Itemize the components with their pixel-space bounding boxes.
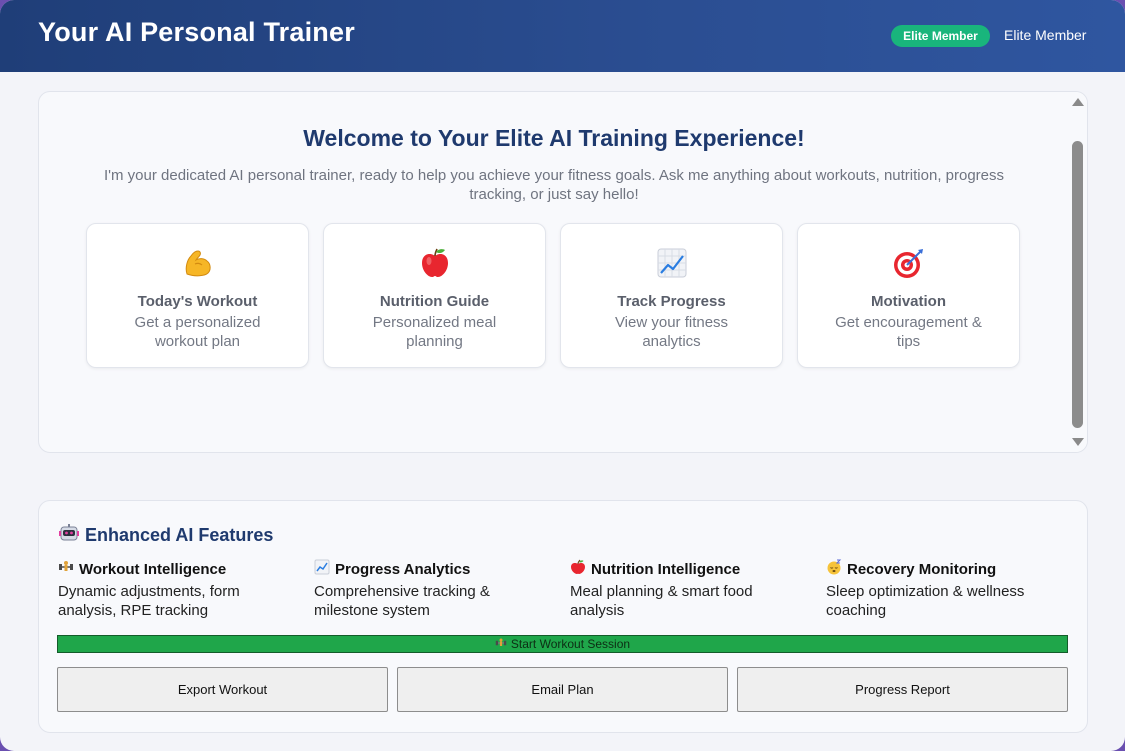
chat-panel: Welcome to Your Elite AI Training Experi…: [38, 91, 1088, 453]
features-heading: Enhanced AI Features: [59, 523, 273, 548]
welcome-title: Welcome to Your Elite AI Training Experi…: [303, 125, 805, 151]
quick-action-card-workout[interactable]: Today's Workout Get a personalized worko…: [86, 223, 309, 368]
card-title: Motivation: [871, 293, 946, 310]
sleeping-face-icon: [826, 559, 842, 579]
page-title: Your AI Personal Trainer: [38, 17, 355, 47]
start-workout-session-button[interactable]: Start Workout Session: [57, 635, 1068, 653]
chart-increasing-icon: [314, 559, 330, 579]
card-desc: Get a personalized workout plan: [134, 314, 261, 350]
target-icon: [798, 246, 1019, 280]
feature-recovery-monitoring: Recovery Monitoring Sleep optimization &…: [826, 559, 1066, 620]
export-workout-button[interactable]: Export Workout: [57, 667, 388, 712]
feature-title: Workout Intelligence: [79, 560, 227, 578]
feature-nutrition-intelligence: Nutrition Intelligence Meal planning & s…: [570, 559, 810, 620]
status-badge: Elite Member: [891, 25, 990, 47]
feature-desc: Meal planning & smart food analysis: [570, 583, 753, 619]
card-desc: Get encouragement & tips: [835, 314, 982, 350]
card-desc: Personalized meal planning: [372, 314, 497, 350]
header: Your AI Personal Trainer Elite Member El…: [0, 0, 1125, 72]
flexed-biceps-icon: [87, 246, 308, 280]
scroll-thumb[interactable]: [1072, 141, 1083, 428]
feature-title: Progress Analytics: [335, 560, 471, 578]
scroll-up-arrow-icon[interactable]: [1072, 98, 1084, 106]
member-label: Elite Member: [1004, 27, 1087, 43]
progress-report-button[interactable]: Progress Report: [737, 667, 1068, 712]
welcome-text: I'm your dedicated AI personal trainer, …: [103, 167, 1005, 203]
card-title: Track Progress: [617, 293, 726, 310]
apple-icon: [324, 246, 545, 280]
dumbbell-icon: [495, 637, 507, 652]
start-workout-session-label: Start Workout Session: [510, 637, 631, 651]
card-title: Nutrition Guide: [379, 293, 490, 310]
app-window: Your AI Personal Trainer Elite Member El…: [0, 0, 1125, 751]
apple-icon: [570, 559, 586, 579]
feature-title: Recovery Monitoring: [847, 560, 997, 578]
card-desc: View your fitness analytics: [614, 314, 729, 350]
card-title: Today's Workout: [137, 293, 258, 310]
chart-increasing-icon: [561, 246, 782, 280]
feature-title: Nutrition Intelligence: [591, 560, 741, 578]
features-panel: Enhanced AI Features Workout Intelligenc…: [38, 500, 1088, 733]
feature-progress-analytics: Progress Analytics Comprehensive trackin…: [314, 559, 554, 620]
quick-action-card-nutrition[interactable]: Nutrition Guide Personalized meal planni…: [323, 223, 546, 368]
scroll-down-arrow-icon[interactable]: [1072, 438, 1084, 446]
robot-icon: [59, 523, 79, 548]
feature-desc: Dynamic adjustments, form analysis, RPE …: [58, 583, 240, 619]
feature-desc: Sleep optimization & wellness coaching: [826, 583, 1025, 619]
dumbbell-icon: [58, 559, 74, 579]
quick-action-card-motivation[interactable]: Motivation Get encouragement & tips: [797, 223, 1020, 368]
email-plan-button[interactable]: Email Plan: [397, 667, 728, 712]
features-heading-text: Enhanced AI Features: [85, 525, 274, 545]
feature-desc: Comprehensive tracking & milestone syste…: [314, 583, 490, 619]
feature-workout-intelligence: Workout Intelligence Dynamic adjustments…: [58, 559, 298, 620]
chat-scrollbar[interactable]: [1069, 92, 1087, 452]
quick-action-card-progress[interactable]: Track Progress View your fitness analyti…: [560, 223, 783, 368]
